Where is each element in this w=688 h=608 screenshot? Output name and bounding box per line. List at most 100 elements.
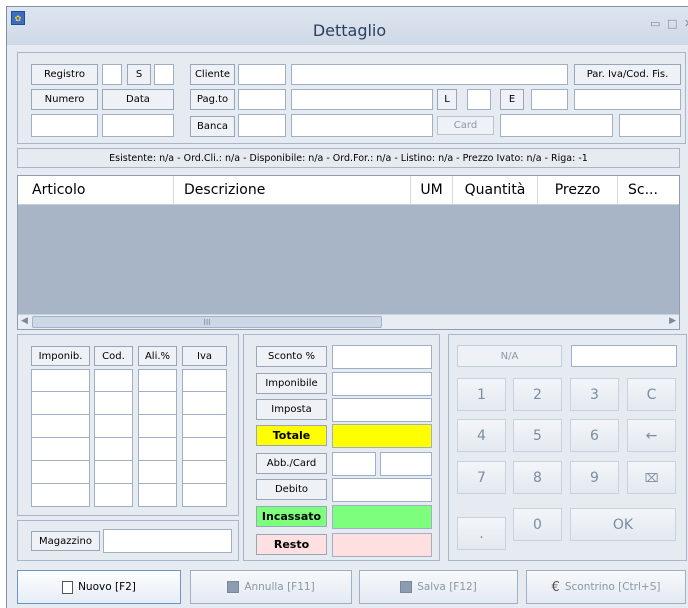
abb-card-label: Abb./Card (256, 453, 327, 474)
iva-column (182, 369, 227, 507)
scroll-right-icon[interactable]: ▶ (669, 316, 676, 326)
aliquota-column (138, 369, 177, 507)
iva-cell[interactable] (94, 415, 133, 438)
s-field[interactable] (154, 64, 174, 85)
key-7[interactable]: 7 (457, 461, 506, 494)
pagto-label: Pag.to (190, 89, 235, 110)
banca-code-field[interactable] (238, 114, 286, 137)
cliente-label: Cliente (190, 64, 235, 85)
imponib-column (31, 369, 90, 507)
close-icon[interactable]: ✕ (684, 17, 688, 30)
iva-cell[interactable] (31, 392, 90, 415)
iva-cell[interactable] (182, 438, 227, 461)
iva-header: Iva (182, 346, 227, 366)
horizontal-scrollbar[interactable]: ◀ III ▶ (18, 314, 679, 329)
ok-key[interactable]: OK (570, 508, 676, 541)
e-field[interactable] (531, 89, 568, 110)
iva-cell[interactable] (138, 392, 177, 415)
magazzino-field[interactable] (103, 529, 232, 553)
imponib-header: Imponib. (31, 346, 90, 366)
title-bar: ✿ Dettaglio ▭ □ ✕ (7, 7, 688, 45)
card-extra-field[interactable] (619, 114, 681, 137)
scontrino-button-label: Scontrino [Ctrl+S] (564, 581, 661, 593)
cliente-name-field[interactable] (291, 64, 568, 85)
key-4[interactable]: 4 (457, 419, 506, 452)
iva-cell[interactable] (182, 461, 227, 484)
key-3[interactable]: 3 (570, 378, 619, 411)
scroll-thumb[interactable]: III (32, 316, 382, 328)
iva-cell[interactable] (138, 461, 177, 484)
iva-cell[interactable] (138, 369, 177, 392)
scroll-left-icon[interactable]: ◀ (21, 316, 28, 326)
col-um[interactable]: UM (411, 176, 453, 204)
imponibile-field[interactable] (332, 372, 432, 396)
backspace-key[interactable]: ← (627, 419, 676, 452)
card-field[interactable] (500, 114, 613, 137)
incassato-label: Incassato (256, 506, 327, 527)
col-quantita[interactable]: Quantità (453, 176, 538, 204)
keypad-display[interactable] (571, 345, 677, 367)
iva-cell[interactable] (182, 415, 227, 438)
iva-cell[interactable] (182, 484, 227, 507)
registro-field[interactable] (102, 64, 122, 85)
key-9[interactable]: 9 (570, 461, 619, 494)
l-field[interactable] (467, 89, 491, 110)
col-descrizione[interactable]: Descrizione (174, 176, 411, 204)
scontrino-button[interactable]: € Scontrino [Ctrl+S] (526, 570, 686, 604)
incassato-field[interactable] (332, 505, 432, 529)
iva-cell[interactable] (31, 438, 90, 461)
minimize-icon[interactable]: ▭ (650, 17, 660, 30)
iva-cell[interactable] (138, 484, 177, 507)
nuovo-button[interactable]: Nuovo [F2] (17, 570, 181, 604)
data-field[interactable] (102, 114, 174, 137)
iva-cell[interactable] (94, 392, 133, 415)
sconto-field[interactable] (332, 345, 432, 369)
piva-field[interactable] (574, 89, 681, 110)
abbuono-field[interactable] (332, 452, 376, 476)
iva-cell[interactable] (31, 415, 90, 438)
registro-label: Registro (31, 64, 98, 85)
totale-field[interactable] (332, 424, 432, 448)
keypad-display-label: N/A (457, 345, 562, 367)
debito-field[interactable] (332, 478, 432, 502)
numero-field[interactable] (31, 114, 98, 137)
iva-cell[interactable] (94, 369, 133, 392)
col-sconto[interactable]: Sc... (618, 176, 680, 204)
key-0[interactable]: 0 (513, 508, 562, 541)
resto-field[interactable] (332, 533, 432, 557)
key-2[interactable]: 2 (513, 378, 562, 411)
new-document-icon (62, 580, 74, 594)
card-button[interactable]: Card (437, 116, 494, 135)
salva-button[interactable]: Salva [F12] (359, 570, 518, 604)
key-8[interactable]: 8 (513, 461, 562, 494)
iva-cell[interactable] (31, 484, 90, 507)
key-clear[interactable]: C (627, 378, 676, 411)
iva-cell[interactable] (31, 369, 90, 392)
iva-cell[interactable] (94, 438, 133, 461)
maximize-icon[interactable]: □ (667, 17, 677, 30)
cliente-code-field[interactable] (238, 64, 286, 85)
annulla-button[interactable]: Annulla [F11] (190, 570, 352, 604)
iva-cell[interactable] (182, 392, 227, 415)
key-1[interactable]: 1 (457, 378, 506, 411)
iva-cell[interactable] (94, 484, 133, 507)
iva-cell[interactable] (138, 438, 177, 461)
grid-header: Articolo Descrizione UM Quantità Prezzo … (18, 176, 679, 205)
pagto-desc-field[interactable] (291, 89, 433, 110)
key-6[interactable]: 6 (570, 419, 619, 452)
key-decimal[interactable]: . (457, 517, 506, 550)
iva-cell[interactable] (182, 369, 227, 392)
items-grid[interactable]: Articolo Descrizione UM Quantità Prezzo … (17, 175, 680, 330)
col-articolo[interactable]: Articolo (18, 176, 174, 204)
l-label: L (437, 89, 457, 110)
delete-key[interactable]: ⌧ (627, 461, 676, 494)
card-amount-field[interactable] (380, 452, 432, 476)
iva-cell[interactable] (94, 461, 133, 484)
imposta-field[interactable] (332, 398, 432, 422)
iva-cell[interactable] (31, 461, 90, 484)
pagto-code-field[interactable] (238, 89, 286, 110)
key-5[interactable]: 5 (513, 419, 562, 452)
iva-cell[interactable] (138, 415, 177, 438)
banca-desc-field[interactable] (291, 114, 433, 137)
col-prezzo[interactable]: Prezzo (538, 176, 618, 204)
